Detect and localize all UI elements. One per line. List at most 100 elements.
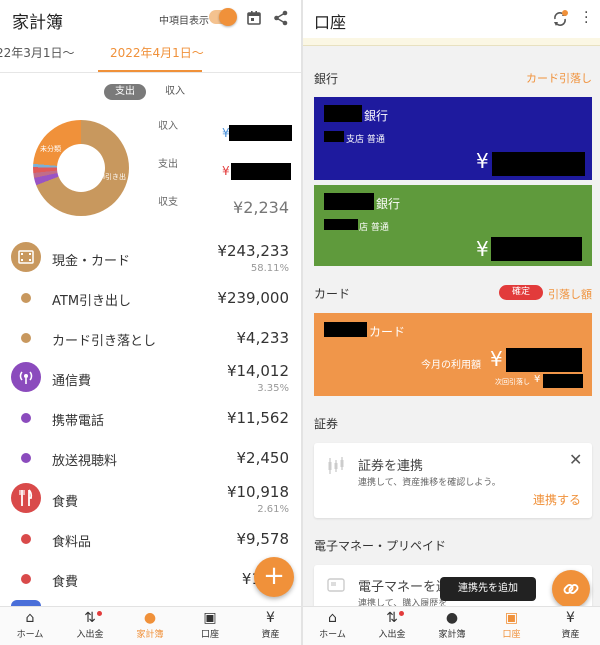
subcategory-amount: ¥4,233 [236,329,290,347]
expense-segment[interactable]: 支出 [104,84,146,100]
bank-account-card-1[interactable]: 銀行 支店 普通 ¥ [314,97,592,180]
subcategory-toggle-label: 中項目表示 [159,16,209,27]
accounts-screen: 口座 · · · 銀行 カード引落し 銀行 支店 普通 ¥ 銀行 店 普通 ¥ カー… [303,0,600,645]
next-debit-yen: ¥ [534,374,541,385]
nav-tab-transactions[interactable]: ⇅ 入出金 [60,607,120,645]
category-dot [21,574,31,584]
redacted-card-name [324,322,367,337]
category-dot [21,413,31,423]
category-amount: ¥14,012 [226,362,289,380]
category-dot [21,333,31,343]
category-dot [21,534,31,544]
redacted-branch [324,131,344,142]
emoney-card-title: 電子マネーを連 [358,580,450,595]
category-percent: 3.35% [257,383,289,394]
category-percent: 2.61% [257,504,289,515]
category-name: 通信費 [52,374,92,389]
divider [0,72,301,73]
branch-type: 支店 普通 [346,135,385,145]
add-connection-button[interactable] [552,570,590,608]
nav-tab-assets[interactable]: ¥ 資産 [541,607,600,645]
money-bag-icon: ¥ [266,610,275,626]
app-bar: 口座 · · · [303,0,600,38]
prepaid-card-icon [327,578,345,592]
period-tab-previous[interactable]: 22年3月1日〜 [0,44,75,61]
balance-yen: ¥ [476,237,489,261]
subcategory-row-broadcast[interactable]: 放送視聴料 ¥2,450 [0,448,301,470]
nav-tab-household[interactable]: ● 家計簿 [120,607,180,645]
subcategory-name: ATM引き出し [52,294,132,309]
subcategory-row-mobile[interactable]: 携帯電話 ¥11,562 [0,408,301,430]
nav-label: 資産 [261,630,280,640]
redacted-balance [491,237,582,261]
category-name: 現金・カード [52,254,131,269]
share-icon[interactable] [272,9,290,27]
balance-yen: ¥ [476,149,489,173]
category-row-communication[interactable]: 通信費 ¥14,012 3.35% [0,360,301,396]
page-title: 口座 [314,13,347,32]
home-icon: ⌂ [328,610,337,626]
donut-hole [57,144,105,192]
redacted-income [229,125,292,141]
donut-label-uncategorized: 未分類 [40,145,61,153]
more-options-icon[interactable]: · · · [584,6,588,30]
bank-name: 銀行 [376,197,401,211]
subcategory-row-card-debit[interactable]: カード引き落とし ¥4,233 [0,328,301,350]
emoney-section-title: 電子マネー・プリペイド [314,539,447,553]
sync-icon[interactable] [551,10,569,28]
credit-card-item[interactable]: カード 今月の利用額 ¥ 次回引落し ¥ [314,313,592,396]
debit-amount-link[interactable]: 引落し額 [548,286,592,302]
balance-label: 収支 [158,197,178,208]
category-row-food[interactable]: 食費 ¥10,918 2.61% [0,481,301,517]
candlestick-chart-icon [328,457,344,474]
home-icon: ⌂ [25,610,35,626]
notification-dot [97,611,102,616]
bank-account-card-2[interactable]: 銀行 店 普通 ¥ [314,185,592,266]
nav-tab-assets[interactable]: ¥ 資産 [240,607,301,645]
redacted-branch [324,219,358,230]
subcategory-amount: ¥2,450 [236,449,290,467]
card-debit-link[interactable]: カード引落し [526,70,592,86]
nav-tab-home[interactable]: ⌂ ホーム [303,607,362,645]
add-entry-button[interactable]: + [254,557,294,597]
close-icon[interactable]: ✕ [569,450,582,469]
subcategory-toggle[interactable] [209,8,237,26]
film-icon [11,242,41,272]
piggy-bank-icon: ● [445,610,459,626]
redacted-bank-name [324,193,374,210]
nav-label: 家計簿 [136,630,164,640]
nav-tab-transactions[interactable]: ⇅ 入出金 [362,607,422,645]
category-row-cash-card[interactable]: 現金・カード ¥243,233 58.11% [0,240,301,276]
subcategory-name: 放送視聴料 [52,454,118,469]
income-segment[interactable]: 収入 [158,84,192,100]
cutlery-icon [11,483,41,513]
subcategory-row-groceries[interactable]: 食料品 ¥9,578 [0,529,301,551]
bottom-navigation: ⌂ ホーム ⇅ 入出金 ● 家計簿 ▣ 口座 ¥ 資産 [303,606,600,645]
nav-tab-household[interactable]: ● 家計簿 [422,607,482,645]
add-connection-tooltip: 連携先を追加 [440,577,536,601]
household-account-screen: 家計簿 中項目表示 22年3月1日〜 2022年4月1日〜 支出 収入 未分類 … [0,0,301,645]
monthly-usage-label: 今月の利用額 [421,360,481,371]
securities-card-desc: 連携して、資産推移を確認しよう。 [358,478,501,488]
calendar-icon[interactable] [245,9,263,27]
nav-tab-accounts[interactable]: ▣ 口座 [180,607,240,645]
notification-dot [399,611,404,616]
subcategory-row-atm[interactable]: ATM引き出し ¥239,000 [0,288,301,310]
nav-tab-home[interactable]: ⌂ ホーム [0,607,60,645]
subcategory-name: 食費 [52,575,79,590]
period-tab-current[interactable]: 2022年4月1日〜 [110,44,204,61]
subcategory-amount: ¥239,000 [217,289,289,307]
subcategory-amount: ¥9,578 [236,530,290,548]
securities-link-card[interactable]: 証券を連携 連携して、資産推移を確認しよう。 ✕ 連携する [314,443,592,518]
category-amount: ¥10,918 [226,483,289,501]
nav-label: 口座 [502,630,521,640]
usage-yen: ¥ [490,347,503,371]
nav-tab-accounts[interactable]: ▣ 口座 [482,607,541,645]
connect-button[interactable]: 連携する [533,491,581,508]
next-debit-label: 次回引落し [495,378,530,386]
category-donut-chart[interactable]: 未分類 M引き出 [33,120,129,216]
card-section-title: カード [314,287,351,301]
balance-value: ¥2,234 [233,198,289,217]
nav-label: ホーム [319,630,346,640]
subcategory-name: 携帯電話 [52,414,105,429]
